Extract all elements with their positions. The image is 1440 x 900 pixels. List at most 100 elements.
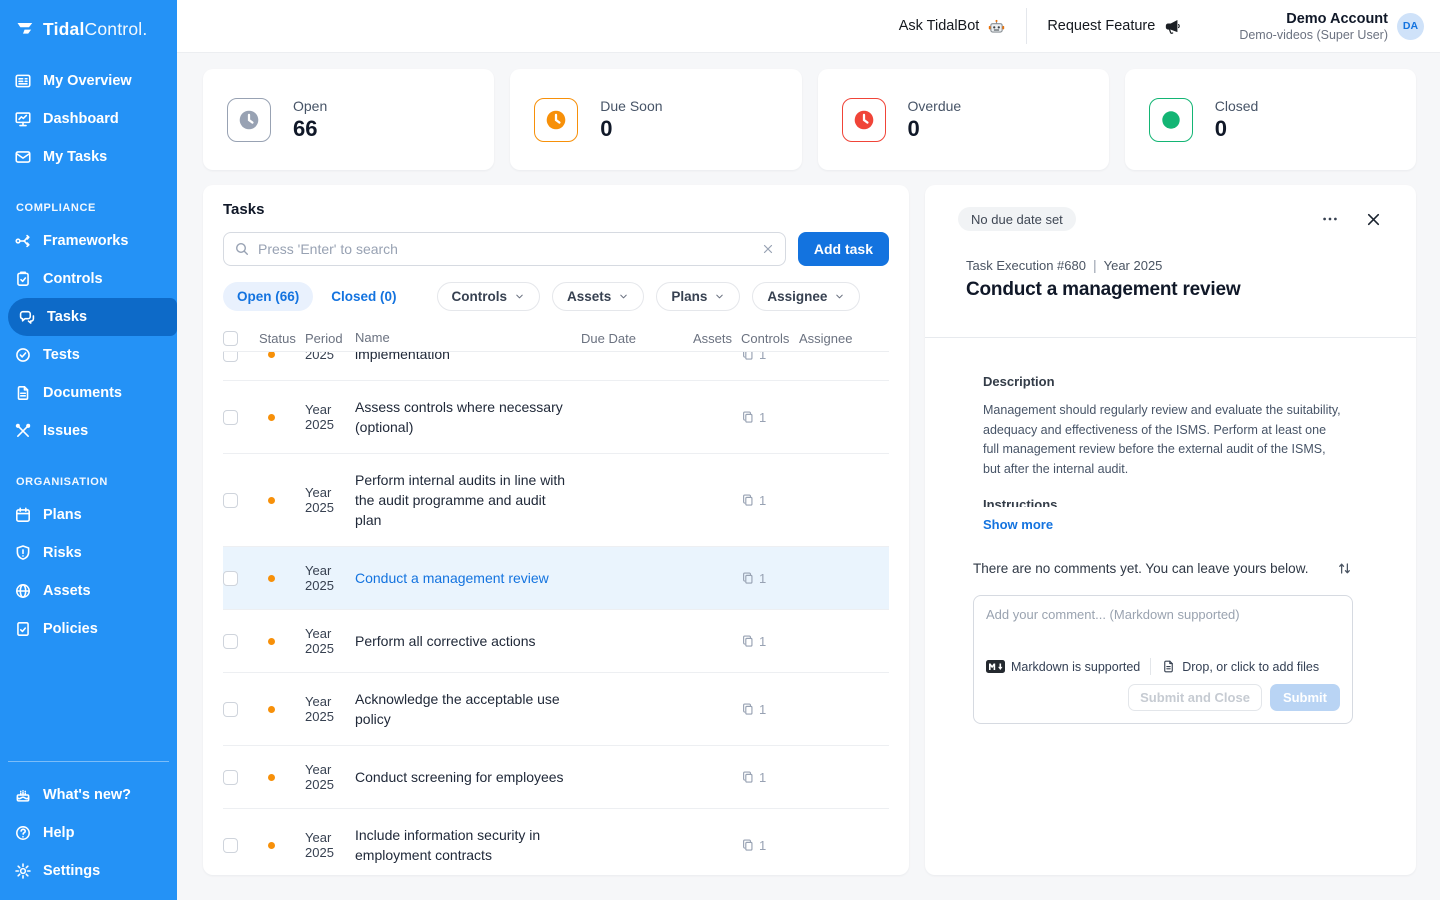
- table-row[interactable]: Year 2025 Conduct screening for employee…: [223, 746, 889, 809]
- column-controls: Controls: [741, 331, 799, 346]
- chevron-down-icon: [714, 291, 725, 302]
- task-name[interactable]: Perform all corrective actions: [355, 631, 581, 651]
- stat-card-overdue[interactable]: Overdue 0: [818, 69, 1109, 170]
- chevron-down-icon: [618, 291, 629, 302]
- task-name[interactable]: Conduct screening for employees: [355, 767, 581, 787]
- sidebar-item-risks[interactable]: Risks: [0, 534, 177, 572]
- table-row[interactable]: Year 2025 Conduct a management review 1: [223, 547, 889, 610]
- row-checkbox[interactable]: [223, 770, 238, 785]
- avatar[interactable]: DA: [1397, 13, 1424, 40]
- row-checkbox[interactable]: [223, 352, 238, 362]
- stat-value: 0: [908, 116, 962, 142]
- more-options-icon[interactable]: [1321, 210, 1339, 228]
- close-icon[interactable]: [1365, 211, 1382, 228]
- filter-assignee[interactable]: Assignee: [752, 282, 860, 311]
- task-name[interactable]: Conduct a management review: [355, 568, 581, 588]
- row-checkbox[interactable]: [223, 493, 238, 508]
- table-row[interactable]: Year 2025 Include information security i…: [223, 809, 889, 875]
- comment-box[interactable]: Markdown is supported Drop, or click to …: [973, 595, 1353, 724]
- controls-count-icon: [741, 702, 755, 716]
- sidebar-item-policies[interactable]: Policies: [0, 610, 177, 648]
- sidebar-section-organisation: ORGANISATION: [0, 476, 177, 488]
- controls-count-icon: [741, 352, 755, 361]
- ask-tidalbot-button[interactable]: Ask TidalBot: [879, 8, 1027, 44]
- sidebar-item-what-s-new[interactable]: What's new?: [0, 776, 177, 814]
- submit-and-close-button[interactable]: Submit and Close: [1128, 684, 1262, 711]
- table-row[interactable]: Year 2025 Perform internal audits in lin…: [223, 454, 889, 547]
- sidebar-item-dashboard[interactable]: Dashboard: [0, 100, 177, 138]
- table-row[interactable]: Year 2025 Acknowledge the acceptable use…: [223, 673, 889, 746]
- tests-icon: [14, 346, 32, 364]
- clear-search-icon[interactable]: [761, 242, 775, 256]
- controls-count: 1: [759, 838, 766, 853]
- status-dot: [268, 638, 275, 645]
- sidebar-item-issues[interactable]: Issues: [0, 412, 177, 450]
- stat-value: 66: [293, 116, 327, 142]
- search-input[interactable]: [258, 241, 753, 257]
- task-period: Year 2025: [305, 694, 355, 724]
- add-task-button[interactable]: Add task: [798, 232, 889, 266]
- sidebar-item-my-tasks[interactable]: My Tasks: [0, 138, 177, 176]
- task-name[interactable]: Include information security in employme…: [355, 825, 581, 865]
- stat-card-due-soon[interactable]: Due Soon 0: [510, 69, 801, 170]
- account-menu[interactable]: Demo Account Demo-videos (Super User) DA: [1239, 11, 1428, 42]
- table-body[interactable]: 2025 implementation 1 Year 2025 Assess c…: [223, 352, 889, 875]
- task-name[interactable]: Acknowledge the acceptable use policy: [355, 689, 581, 729]
- search-icon: [234, 241, 250, 257]
- sort-comments-icon[interactable]: [1336, 560, 1353, 577]
- tasks-table: Status Period Name Due Date Assets Contr…: [223, 325, 889, 875]
- submit-button[interactable]: Submit: [1270, 684, 1340, 711]
- sidebar-item-documents[interactable]: Documents: [0, 374, 177, 412]
- row-checkbox[interactable]: [223, 571, 238, 586]
- filter-open[interactable]: Open (66): [223, 282, 313, 311]
- documents-icon: [14, 384, 32, 402]
- row-checkbox[interactable]: [223, 410, 238, 425]
- controls-count-icon: [741, 838, 755, 852]
- sidebar-item-my-overview[interactable]: My Overview: [0, 62, 177, 100]
- filter-plans[interactable]: Plans: [656, 282, 740, 311]
- table-row[interactable]: 2025 implementation 1: [223, 352, 889, 381]
- chevron-down-icon: [834, 291, 845, 302]
- show-more-link[interactable]: Show more: [983, 517, 1053, 532]
- stat-card-open[interactable]: Open 66: [203, 69, 494, 170]
- markdown-hint: Markdown is supported: [1011, 660, 1140, 674]
- search-box[interactable]: [223, 232, 786, 266]
- column-assignee: Assignee: [799, 331, 889, 346]
- content-area: Open 66 Due Soon 0 Overdue 0 Closed 0 Ta…: [177, 53, 1440, 900]
- stat-card-closed[interactable]: Closed 0: [1125, 69, 1416, 170]
- sidebar-item-help[interactable]: Help: [0, 814, 177, 852]
- dashboard-icon: [14, 110, 32, 128]
- sidebar-item-plans[interactable]: Plans: [0, 496, 177, 534]
- clock-icon: [852, 108, 876, 132]
- status-dot: [268, 352, 275, 358]
- filter-closed[interactable]: Closed (0): [325, 282, 402, 311]
- sidebar-item-assets[interactable]: Assets: [0, 572, 177, 610]
- sidebar-item-tests[interactable]: Tests: [0, 336, 177, 374]
- controls-count-icon: [741, 410, 755, 424]
- task-name[interactable]: implementation: [355, 352, 581, 364]
- task-name[interactable]: Assess controls where necessary (optiona…: [355, 397, 581, 437]
- tasks-panel: Tasks Add task Open (66) Closed (0) Cont…: [203, 185, 909, 875]
- select-all-checkbox[interactable]: [223, 331, 238, 346]
- table-row[interactable]: Year 2025 Assess controls where necessar…: [223, 381, 889, 454]
- add-files-button[interactable]: Drop, or click to add files: [1161, 659, 1319, 674]
- row-checkbox[interactable]: [223, 838, 238, 853]
- row-checkbox[interactable]: [223, 634, 238, 649]
- sidebar-item-frameworks[interactable]: Frameworks: [0, 222, 177, 260]
- instructions-heading: Instructions: [983, 497, 1382, 507]
- stat-label: Open: [293, 98, 327, 114]
- sidebar-item-controls[interactable]: Controls: [0, 260, 177, 298]
- filter-controls[interactable]: Controls: [437, 282, 541, 311]
- request-feature-button[interactable]: Request Feature: [1027, 8, 1201, 44]
- sidebar-item-tasks[interactable]: Tasks: [8, 298, 177, 336]
- row-checkbox[interactable]: [223, 702, 238, 717]
- table-row[interactable]: Year 2025 Perform all corrective actions…: [223, 610, 889, 673]
- comment-input[interactable]: [986, 607, 1340, 649]
- task-name[interactable]: Perform internal audits in line with the…: [355, 470, 581, 530]
- stat-value: 0: [1215, 116, 1259, 142]
- task-period-label: Year 2025: [1104, 258, 1163, 273]
- description-text: Management should regularly review and e…: [983, 401, 1345, 479]
- status-dot: [268, 706, 275, 713]
- filter-assets[interactable]: Assets: [552, 282, 644, 311]
- sidebar-item-settings[interactable]: Settings: [0, 852, 177, 890]
